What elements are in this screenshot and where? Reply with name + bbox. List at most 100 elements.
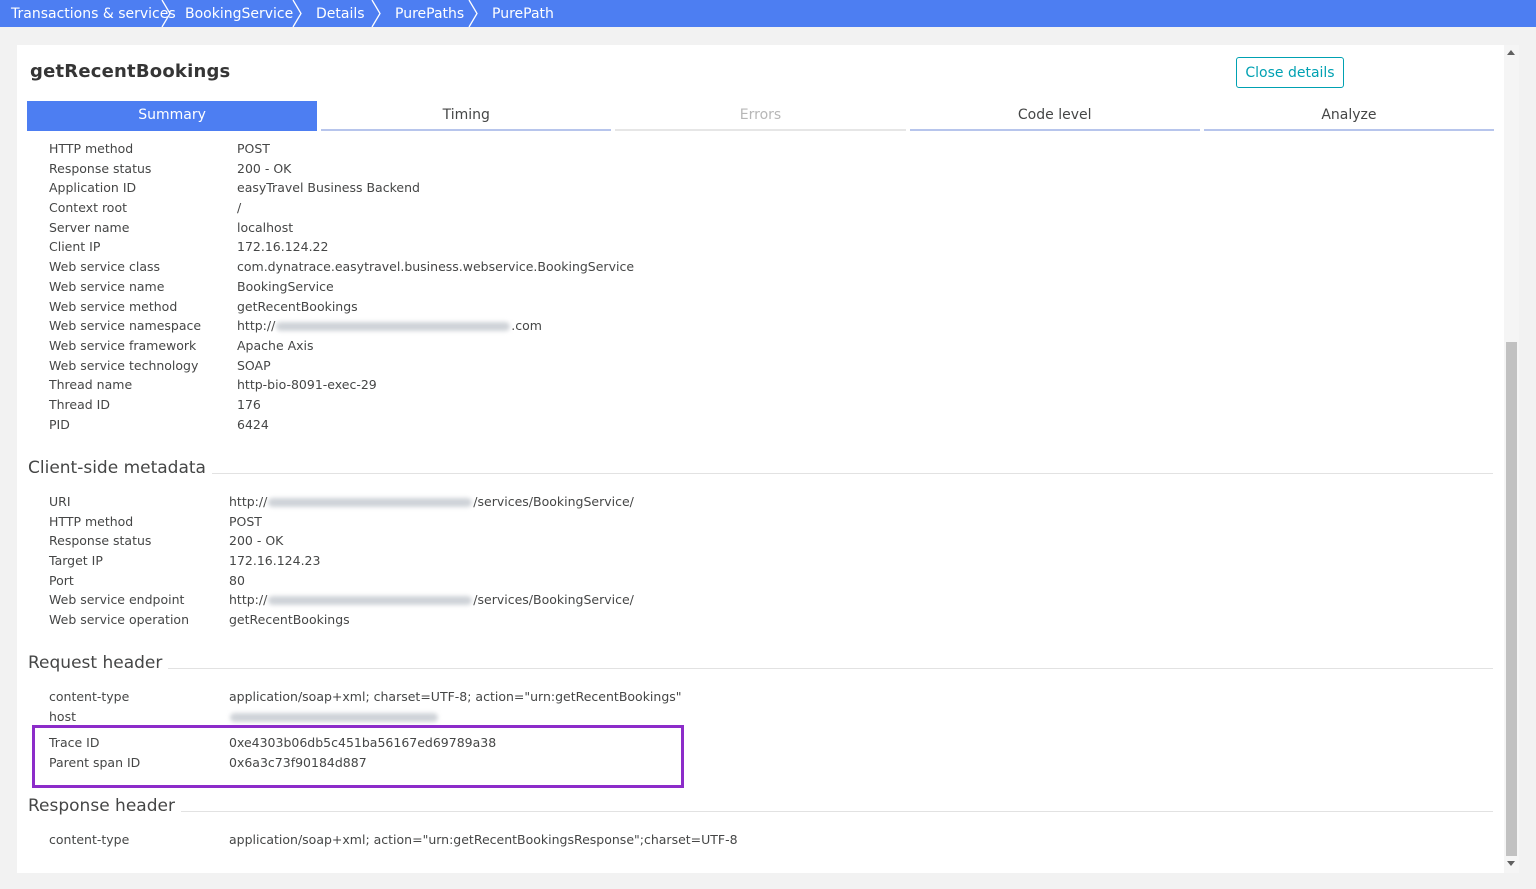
property-label: Web service namespace	[49, 318, 202, 334]
property-label: HTTP method	[49, 141, 134, 156]
property-label: Target IP	[49, 553, 103, 569]
section-title: Request header	[28, 653, 163, 673]
tab-timing[interactable]: Timing	[321, 101, 612, 131]
page-title: getRecentBookings	[30, 61, 231, 82]
property-label: content-type	[49, 832, 130, 847]
close-details-button[interactable]: Close details	[1236, 57, 1344, 88]
property-value: getRecentBookings	[237, 298, 358, 314]
property-row: Thread ID 176	[49, 395, 634, 415]
trace-highlight-box	[32, 725, 684, 788]
property-row: Web service method getRecentBookings	[49, 297, 634, 317]
property-row: Server name localhost	[49, 218, 634, 238]
details-panel: getRecentBookings Close details Summary …	[17, 45, 1519, 873]
client-metadata-properties: URI http:// /services/BookingService/ HTTP…	[49, 492, 634, 630]
property-value: SOAP	[237, 357, 271, 373]
endpoint-prefix: http://	[229, 592, 268, 608]
breadcrumb-details[interactable]: Details	[298, 0, 381, 27]
divider	[211, 473, 1493, 474]
scrollbar-thumb[interactable]	[1506, 342, 1517, 856]
property-row: Target IP 172.16.124.23	[49, 551, 634, 571]
redacted-text	[268, 498, 473, 507]
breadcrumb-label: PurePath	[492, 5, 554, 22]
namespace-suffix: .com	[511, 318, 542, 334]
property-value: http:// .com	[237, 316, 542, 336]
breadcrumb-purepath[interactable]: PurePath	[474, 0, 574, 27]
property-value: /	[237, 200, 242, 216]
request-header-heading: Request header	[28, 653, 1493, 673]
uri-suffix: /services/BookingService/	[473, 494, 634, 509]
vertical-scrollbar[interactable]	[1504, 45, 1519, 873]
property-value: http:// /services/BookingService/	[229, 590, 634, 610]
property-label: Client IP	[49, 239, 101, 255]
property-label: URI	[49, 494, 71, 509]
request-header-properties: content-type application/soap+xml; charse…	[49, 687, 682, 726]
property-label: Thread name	[49, 377, 133, 393]
divider	[168, 668, 1493, 669]
property-row: HTTP method POST	[49, 139, 634, 159]
redacted-text	[276, 322, 511, 332]
property-row: Port 80	[49, 571, 634, 591]
property-label: Port	[49, 572, 74, 588]
property-row: Application ID easyTravel Business Backen…	[49, 178, 634, 198]
property-label: Web service class	[49, 259, 161, 275]
redacted-text	[230, 712, 438, 722]
client-metadata-heading: Client-side metadata	[28, 458, 1493, 478]
property-label: Thread ID	[49, 396, 110, 412]
property-row: URI http:// /services/BookingService/	[49, 492, 634, 512]
tab-summary[interactable]: Summary	[27, 101, 318, 131]
scroll-down-arrow-icon[interactable]	[1507, 861, 1515, 866]
property-value: 200 - OK	[237, 160, 292, 176]
response-header-heading: Response header	[28, 796, 1493, 816]
scroll-up-arrow-icon[interactable]	[1507, 50, 1515, 55]
breadcrumb-label: Details	[316, 5, 365, 22]
property-value: application/soap+xml; action="urn:getRec…	[229, 832, 738, 847]
property-label: host	[49, 708, 76, 724]
property-label: Web service operation	[49, 612, 189, 628]
namespace-prefix: http://	[237, 318, 276, 334]
property-label: Web service name	[49, 278, 165, 294]
property-value: 176	[237, 396, 261, 412]
property-label: content-type	[49, 689, 130, 704]
property-row: Web service framework Apache Axis	[49, 336, 634, 356]
property-value: 200 - OK	[229, 533, 284, 549]
property-row: Client IP 172.16.124.22	[49, 237, 634, 257]
property-row: Web service class com.dynatrace.easytrave…	[49, 257, 634, 277]
property-row: Context root /	[49, 198, 634, 218]
property-row: content-type application/soap+xml; action…	[49, 830, 738, 850]
breadcrumb-transactions-services[interactable]: Transactions & services	[0, 0, 176, 27]
property-label: Context root	[49, 200, 128, 216]
tab-code-level[interactable]: Code level	[909, 101, 1200, 131]
property-row: Response status 200 - OK	[49, 159, 634, 179]
property-value: 172.16.124.23	[229, 553, 321, 569]
breadcrumb-bookingservice[interactable]: BookingService	[167, 0, 302, 27]
tab-analyze[interactable]: Analyze	[1203, 101, 1495, 131]
property-row: content-type application/soap+xml; charse…	[49, 687, 682, 707]
property-row: PID 6424	[49, 415, 634, 435]
tab-bar: Summary Timing Errors Code level Analyze	[27, 101, 1495, 131]
uri-prefix: http://	[229, 494, 268, 509]
section-title: Response header	[28, 796, 175, 816]
property-value: http-bio-8091-exec-29	[237, 377, 377, 393]
breadcrumb-label: BookingService	[185, 5, 294, 22]
breadcrumb-purepaths[interactable]: PurePaths	[377, 0, 478, 27]
property-row: HTTP method POST	[49, 512, 634, 532]
property-label: Web service endpoint	[49, 592, 185, 608]
property-value: http:// /services/BookingService/	[229, 492, 634, 512]
property-label: Response status	[49, 160, 152, 176]
property-label: Application ID	[49, 180, 137, 196]
property-label: HTTP method	[49, 513, 134, 529]
tab-errors: Errors	[615, 101, 906, 131]
property-value: 6424	[237, 416, 269, 432]
property-label: Server name	[49, 219, 130, 235]
property-row: Web service endpoint http:// /services/Boo…	[49, 590, 634, 610]
property-row: Web service operation getRecentBookings	[49, 610, 634, 630]
property-label: Response status	[49, 533, 152, 549]
property-row: Thread name http-bio-8091-exec-29	[49, 375, 634, 395]
breadcrumb-label: PurePaths	[395, 5, 465, 22]
property-value: localhost	[237, 219, 294, 235]
redacted-text	[268, 596, 473, 606]
property-label: Web service method	[49, 298, 178, 314]
property-row: Response status 200 - OK	[49, 531, 634, 551]
property-value: application/soap+xml; charset=UTF-8; act…	[229, 689, 682, 704]
property-label: Web service framework	[49, 337, 197, 353]
